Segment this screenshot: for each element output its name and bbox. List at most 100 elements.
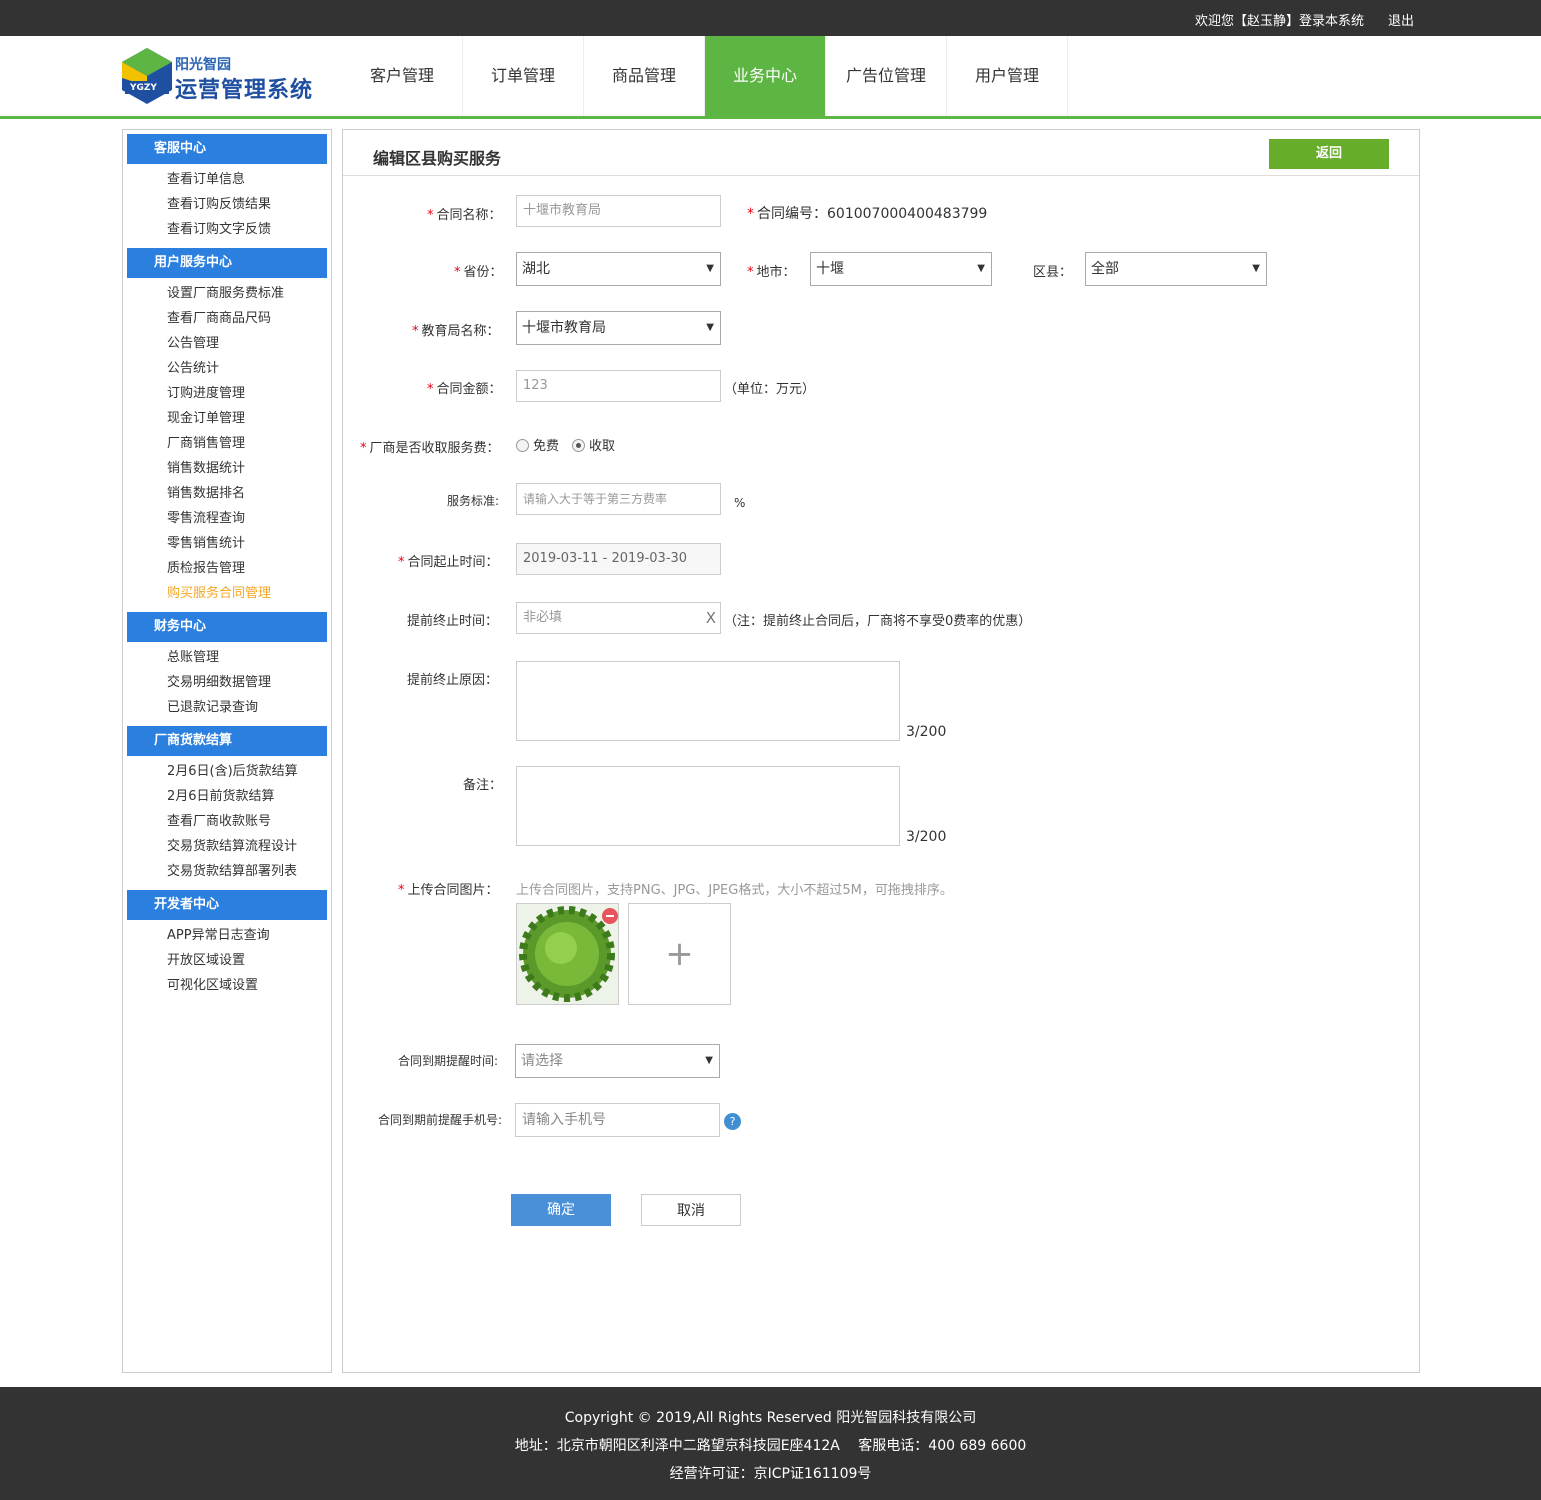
- sidebar-item[interactable]: 开放区域设置: [167, 950, 331, 975]
- chevron-down-icon: ▼: [705, 1055, 713, 1066]
- logo[interactable]: YGZY 阳光智园 运营管理系统: [122, 48, 322, 108]
- sidebar-group-list: 2月6日(含)后货款结算 2月6日前货款结算 查看厂商收款账号 交易货款结算流程…: [123, 756, 331, 886]
- county-label: 区县：: [1033, 265, 1073, 280]
- province-label: * 省份：: [454, 265, 503, 280]
- early-reason-label: 提前终止原因：: [407, 673, 499, 688]
- logo-line1: 阳光智园: [175, 57, 231, 73]
- chevron-down-icon: ▼: [706, 322, 714, 333]
- standard-unit: %: [734, 496, 746, 510]
- standard-label: 服务标准:: [447, 494, 500, 508]
- city-select[interactable]: 十堰 ▼: [810, 252, 992, 286]
- top-bar: 欢迎您【赵玉静】登录本系统 退出: [0, 0, 1541, 36]
- sidebar-item[interactable]: 质检报告管理: [167, 558, 331, 583]
- sidebar-group-title[interactable]: 开发者中心: [127, 890, 327, 920]
- sidebar-group-title[interactable]: 用户服务中心: [127, 248, 327, 278]
- main-panel: 编辑区县购买服务 返回 * 合同名称： 十堰市教育局 * 合同编号：60100700…: [342, 129, 1420, 1373]
- fee-label: * 厂商是否收取服务费：: [360, 441, 500, 456]
- sidebar-item[interactable]: 查看厂商收款账号: [167, 811, 331, 836]
- early-reason-textarea[interactable]: [516, 661, 900, 741]
- remind-select[interactable]: 请选择 ▼: [515, 1044, 720, 1078]
- back-button[interactable]: 返回: [1269, 139, 1389, 169]
- footer-copyright: Copyright © 2019,All Rights Reserved 阳光智…: [564, 1410, 977, 1426]
- chevron-down-icon: ▼: [1252, 263, 1260, 274]
- county-select[interactable]: 全部 ▼: [1085, 252, 1267, 286]
- sidebar-group-list: 总账管理 交易明细数据管理 已退款记录查询: [123, 642, 331, 722]
- city-label: * 地市：: [747, 265, 796, 280]
- sidebar-item[interactable]: 设置厂商服务费标准: [167, 283, 331, 308]
- clear-icon[interactable]: X: [706, 603, 716, 633]
- amount-input[interactable]: 123: [516, 370, 721, 402]
- contract-name-input[interactable]: 十堰市教育局: [516, 195, 721, 227]
- amount-unit: （单位：万元）: [724, 382, 816, 397]
- sidebar-item[interactable]: 公告管理: [167, 333, 331, 358]
- sidebar-item[interactable]: 零售流程查询: [167, 508, 331, 533]
- main-nav: 客户管理 订单管理 商品管理 业务中心 广告位管理 用户管理: [342, 36, 1068, 116]
- sidebar-group-title[interactable]: 财务中心: [127, 612, 327, 642]
- sidebar-item[interactable]: 订购进度管理: [167, 383, 331, 408]
- early-end-label: 提前终止时间：: [407, 614, 499, 629]
- sidebar-item[interactable]: 公告统计: [167, 358, 331, 383]
- standard-input[interactable]: 请输入大于等于第三方费率: [516, 483, 721, 515]
- bureau-select[interactable]: 十堰市教育局 ▼: [516, 311, 721, 345]
- sidebar-group-title[interactable]: 厂商货款结算: [127, 726, 327, 756]
- contract-name-label: * 合同名称：: [427, 208, 502, 223]
- contract-no: * 合同编号：601007000400483799: [747, 206, 988, 222]
- early-end-input[interactable]: 非必填 X: [516, 602, 721, 634]
- chevron-down-icon: ▼: [977, 263, 985, 274]
- sidebar-item[interactable]: 交易明细数据管理: [167, 672, 331, 697]
- remark-textarea[interactable]: [516, 766, 900, 846]
- confirm-button[interactable]: 确定: [511, 1194, 611, 1226]
- sidebar-item[interactable]: 查看订购反馈结果: [167, 194, 331, 219]
- sidebar-item[interactable]: 交易货款结算部署列表: [167, 861, 331, 886]
- remind-label: 合同到期提醒时间:: [398, 1054, 499, 1068]
- upload-label: * 上传合同图片：: [398, 883, 499, 898]
- sidebar-group-title[interactable]: 客服中心: [127, 134, 327, 164]
- nav-users[interactable]: 用户管理: [947, 36, 1068, 116]
- add-image-button[interactable]: +: [628, 903, 731, 1005]
- phone-input[interactable]: 请输入手机号: [515, 1103, 720, 1137]
- help-icon[interactable]: ?: [724, 1113, 741, 1130]
- sidebar-group-list: APP异常日志查询 开放区域设置 可视化区域设置: [123, 920, 331, 1000]
- logout-link[interactable]: 退出: [1388, 10, 1414, 29]
- sidebar-item[interactable]: 查看厂商商品尺码: [167, 308, 331, 333]
- early-end-note: （注：提前终止合同后，厂商将不享受0费率的优惠）: [724, 614, 1032, 629]
- logo-icon: [122, 48, 172, 104]
- sidebar-item[interactable]: 现金订单管理: [167, 408, 331, 433]
- sidebar-item[interactable]: 查看订单信息: [167, 169, 331, 194]
- sidebar-group-list: 查看订单信息 查看订购反馈结果 查看订购文字反馈: [123, 164, 331, 244]
- welcome-text: 欢迎您【赵玉静】登录本系统: [1195, 14, 1365, 29]
- sidebar-item[interactable]: 交易货款结算流程设计: [167, 836, 331, 861]
- fee-free-radio[interactable]: 免费: [516, 435, 559, 454]
- nav-customers[interactable]: 客户管理: [342, 36, 463, 116]
- sidebar-item[interactable]: 总账管理: [167, 647, 331, 672]
- sidebar-item[interactable]: 2月6日前货款结算: [167, 786, 331, 811]
- sidebar-item[interactable]: 厂商销售管理: [167, 433, 331, 458]
- footer: Copyright © 2019,All Rights Reserved 阳光智…: [0, 1387, 1541, 1500]
- province-select[interactable]: 湖北 ▼: [516, 252, 721, 286]
- period-input[interactable]: 2019-03-11 - 2019-03-30: [516, 543, 721, 575]
- upload-hint: 上传合同图片，支持PNG、JPG、JPEG格式，大小不超过5M，可拖拽排序。: [516, 883, 953, 898]
- remove-image-icon[interactable]: [602, 908, 618, 924]
- header: YGZY 阳光智园 运营管理系统 客户管理 订单管理 商品管理 业务中心 广告位…: [0, 36, 1541, 119]
- sidebar-item[interactable]: 零售销售统计: [167, 533, 331, 558]
- sidebar-item-current[interactable]: 购买服务合同管理: [167, 583, 331, 608]
- sidebar-item[interactable]: 销售数据排名: [167, 483, 331, 508]
- sidebar-item[interactable]: 已退款记录查询: [167, 697, 331, 722]
- logo-line2: 运营管理系统: [175, 78, 314, 103]
- sidebar-item[interactable]: 销售数据统计: [167, 458, 331, 483]
- nav-ads[interactable]: 广告位管理: [826, 36, 947, 116]
- fee-charge-radio[interactable]: 收取: [572, 435, 615, 454]
- sidebar-group-list: 设置厂商服务费标准 查看厂商商品尺码 公告管理 公告统计 订购进度管理 现金订单…: [123, 278, 331, 608]
- sidebar-item[interactable]: APP异常日志查询: [167, 925, 331, 950]
- nav-orders[interactable]: 订单管理: [463, 36, 584, 116]
- sidebar-item[interactable]: 查看订购文字反馈: [167, 219, 331, 244]
- chevron-down-icon: ▼: [706, 263, 714, 274]
- nav-products[interactable]: 商品管理: [584, 36, 705, 116]
- early-reason-count: 3/200: [906, 724, 947, 740]
- radio-on-icon: [572, 439, 585, 452]
- amount-label: * 合同金额：: [427, 382, 502, 397]
- sidebar-item[interactable]: 2月6日(含)后货款结算: [167, 761, 331, 786]
- nav-business-center[interactable]: 业务中心: [705, 36, 826, 116]
- sidebar-item[interactable]: 可视化区域设置: [167, 975, 331, 1000]
- cancel-button[interactable]: 取消: [641, 1194, 741, 1226]
